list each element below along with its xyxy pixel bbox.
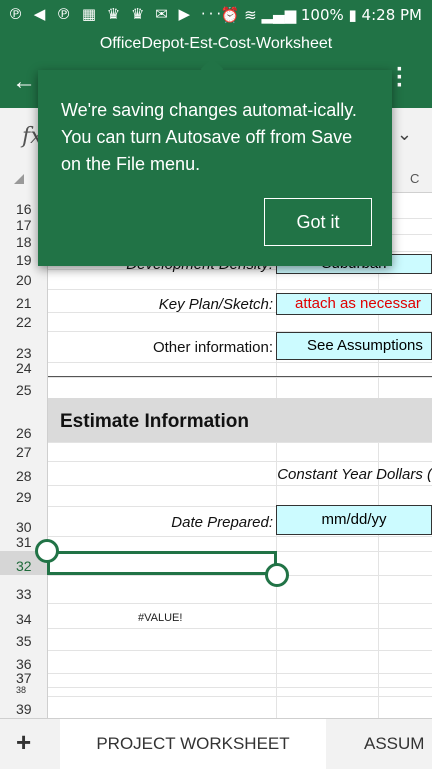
row-number: 30 xyxy=(16,519,32,535)
selection-handle-start[interactable] xyxy=(35,539,59,563)
sheet-tab-bar: + PROJECT WORKSHEET ASSUM xyxy=(0,718,432,769)
section-heading: Estimate Information xyxy=(60,411,249,432)
row-gridline xyxy=(48,696,432,697)
row-header[interactable]: 22 xyxy=(0,312,48,331)
selection-handle-end[interactable] xyxy=(265,563,289,587)
row-header[interactable]: 28 xyxy=(0,461,48,485)
other-info-label: Other information: xyxy=(152,339,273,356)
select-all-icon[interactable] xyxy=(14,174,24,184)
chevron-down-icon[interactable]: ⌄ xyxy=(397,124,412,145)
status-bar: ℗ ◀ ℗ ▦ ♛ ♛ ✉ ▶ ··· ⏰ ≋ ▂▄▆ 100% ▮ 4:28 … xyxy=(0,0,432,30)
border-line xyxy=(48,376,432,377)
row-gridline xyxy=(48,603,432,604)
row-gridline xyxy=(48,442,432,443)
row-number: 21 xyxy=(16,295,32,311)
autosave-message: We're saving changes automat-ically. You… xyxy=(61,100,357,174)
row-gridline xyxy=(48,687,432,688)
add-sheet-button[interactable]: + xyxy=(16,727,31,758)
row-gridline xyxy=(48,461,432,462)
row-header[interactable]: 33 xyxy=(0,575,48,603)
row-number: 25 xyxy=(16,382,32,398)
row-number: 29 xyxy=(16,489,32,505)
row-gridline xyxy=(48,362,432,363)
date-prepared-value-cell[interactable]: mm/dd/yy xyxy=(276,505,432,535)
row-header[interactable]: 23 xyxy=(0,331,48,362)
row-number: 32 xyxy=(16,558,32,574)
tab-project-worksheet[interactable]: PROJECT WORKSHEET xyxy=(60,719,326,769)
row-header[interactable]: 27 xyxy=(0,442,48,461)
row-header[interactable]: 26 xyxy=(0,399,48,442)
row-gridline xyxy=(48,628,432,629)
autosave-notification: We're saving changes automat-ically. You… xyxy=(38,57,392,266)
row-header[interactable]: 35 xyxy=(0,628,48,650)
row-number: 31 xyxy=(16,534,32,550)
row-header[interactable]: 21 xyxy=(0,289,48,312)
row-gridline xyxy=(48,673,432,674)
row-header[interactable]: 39 xyxy=(0,696,48,718)
row-header[interactable]: 20 xyxy=(0,269,48,289)
row-gridline xyxy=(48,575,432,576)
row-number: 16 xyxy=(16,201,32,217)
constant-year-dollars-text: Constant Year Dollars ( xyxy=(277,466,432,483)
date-prepared-label: Date Prepared: xyxy=(171,514,273,531)
row-header[interactable]: 25 xyxy=(0,377,48,399)
more-options-icon[interactable]: · · · xyxy=(396,58,404,98)
row-gridline xyxy=(48,377,432,378)
row-number: 34 xyxy=(16,611,32,627)
row-number: 18 xyxy=(16,234,32,250)
row-number: 27 xyxy=(16,444,32,460)
notification-icons: ℗ ◀ ℗ ▦ ♛ ♛ ✉ ▶ ··· xyxy=(8,5,225,23)
row-number: 26 xyxy=(16,425,32,441)
row-header[interactable]: 30 xyxy=(0,506,48,536)
row-gridline xyxy=(48,650,432,651)
value-error-cell[interactable]: #VALUE! xyxy=(138,612,182,624)
row-number: 37 xyxy=(16,670,32,686)
key-plan-label: Key Plan/Sketch: xyxy=(158,296,273,313)
document-title: OfficeDepot-Est-Cost-Worksheet xyxy=(99,35,333,52)
row-header[interactable]: 34 xyxy=(0,603,48,628)
row-number: 23 xyxy=(16,345,32,361)
row-number: 22 xyxy=(16,314,32,330)
row-gridline xyxy=(48,289,432,290)
cell-selection[interactable] xyxy=(47,551,277,575)
row-number: 39 xyxy=(16,701,32,717)
key-plan-value-cell[interactable]: attach as necessar xyxy=(276,293,432,315)
got-it-button[interactable]: Got it xyxy=(264,198,372,246)
back-arrow-icon[interactable]: ← xyxy=(12,68,36,96)
row-number: 38 xyxy=(16,685,27,695)
row-number: 17 xyxy=(16,217,32,233)
row-header[interactable]: 38 xyxy=(0,685,48,696)
system-status: ⏰ ≋ ▂▄▆ 100% ▮ 4:28 PM xyxy=(220,6,422,24)
row-number: 35 xyxy=(16,633,32,649)
tab-assumptions[interactable]: ASSUM xyxy=(364,719,424,769)
row-gridline xyxy=(48,485,432,486)
column-header-c[interactable]: C xyxy=(410,171,419,186)
row-number: 19 xyxy=(16,252,32,268)
row-gridline xyxy=(48,536,432,537)
row-number: 28 xyxy=(16,468,32,484)
row-number: 20 xyxy=(16,272,32,288)
row-header[interactable]: 29 xyxy=(0,485,48,506)
row-number: 24 xyxy=(16,360,32,376)
other-info-value-cell[interactable]: See Assumptions xyxy=(276,332,432,360)
row-number: 33 xyxy=(16,586,32,602)
row-header[interactable]: 24 xyxy=(0,360,48,377)
